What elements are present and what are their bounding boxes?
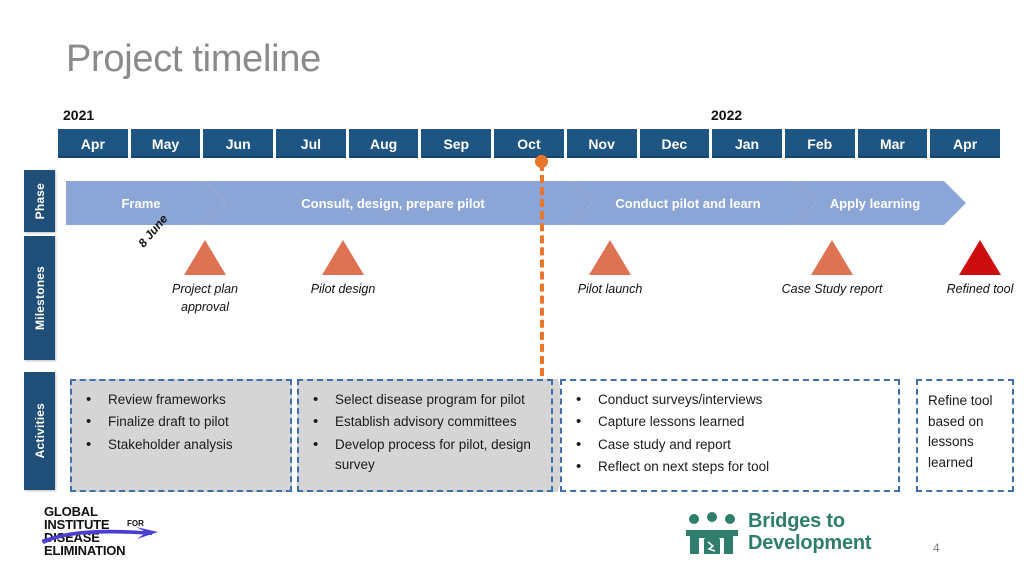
milestone-label-line2: approval — [181, 300, 229, 315]
activity-item: Reflect on next steps for tool — [572, 456, 890, 479]
milestone-label: Pilot design — [310, 282, 376, 296]
month-cell-aug: Aug — [348, 129, 419, 158]
phase-apply-learning: Apply learning — [794, 181, 966, 225]
milestone-triangle-icon — [589, 240, 631, 275]
month-cell-nov: Nov — [566, 129, 637, 158]
phase-consult-design-prepare-pilot: Consult, design, prepare pilot — [204, 181, 592, 225]
month-cell-apr-2021: Apr — [58, 129, 128, 158]
milestone-pilot-design: Pilot design — [311, 240, 375, 296]
month-cell-feb: Feb — [784, 129, 855, 158]
activity-list-2: Select disease program for pilot Establi… — [299, 381, 551, 475]
month-cell-may: May — [130, 129, 201, 158]
phase-conduct-label: Conduct pilot and learn — [615, 195, 761, 211]
bridges-logo-line1: Bridges to — [748, 510, 845, 532]
activity-item: Conduct surveys/interviews — [572, 389, 890, 412]
milestone-triangle-icon — [322, 240, 364, 275]
bridges-people-icon — [686, 512, 738, 554]
month-cell-oct: Oct — [494, 129, 564, 158]
month-bar: Apr May Jun Jul Aug Sep Oct Nov Dec Jan … — [58, 129, 1000, 158]
bridges-logo-text: Bridges to Development — [748, 510, 872, 555]
milestone-label: Case Study report — [781, 282, 883, 296]
row-label-activities-text: Activities — [32, 403, 47, 459]
milestone-triangle-icon — [959, 240, 1001, 275]
activity-item: Select disease program for pilot — [309, 389, 543, 412]
milestone-label-line1: Project plan — [171, 282, 238, 296]
activity-list-3: Conduct surveys/interviews Capture lesso… — [562, 381, 898, 479]
milestone-label: Pilot launch — [577, 282, 643, 296]
milestone-triangle-icon — [811, 240, 853, 275]
year-label-2021: 2021 — [63, 107, 95, 123]
page-title: Project timeline — [66, 38, 321, 80]
slide-number: 4 — [933, 541, 940, 555]
phase-frame: Frame — [66, 181, 226, 225]
milestone-pilot-launch: Pilot launch — [578, 240, 642, 296]
bridges-logo-line2: Development — [748, 532, 872, 555]
activity-item: Finalize draft to pilot — [82, 411, 282, 434]
row-label-phase-text: Phase — [32, 182, 47, 220]
activity-item: Develop process for pilot, design survey — [309, 434, 543, 476]
activity-list-1: Review frameworks Finalize draft to pilo… — [72, 381, 290, 456]
row-label-phase: Phase — [24, 170, 55, 232]
activity-item: Establish advisory committees — [309, 411, 543, 434]
year-label-2022: 2022 — [711, 107, 743, 123]
phase-consult-label: Consult, design, prepare pilot — [301, 195, 485, 211]
month-cell-jul: Jul — [276, 129, 346, 158]
phase-frame-label: Frame — [121, 195, 161, 211]
slide-canvas: Project timeline 2021 2022 Apr May Jun J… — [0, 0, 1024, 576]
milestone-project-plan-approval: 8 June Project plan approval — [135, 212, 238, 314]
month-cell-jun: Jun — [203, 129, 274, 158]
activity-box-3: Conduct surveys/interviews Capture lesso… — [560, 379, 900, 492]
activity-box-4: Refine tool based on lessons learned — [916, 379, 1014, 492]
phase-apply-label: Apply learning — [829, 195, 921, 211]
activity-box-2: Select disease program for pilot Establi… — [297, 379, 553, 492]
milestone-label: Project plan approval — [160, 280, 250, 316]
gide-logo: GLOBAL INSTITUTE FOR DISEASE ELIMINATION — [41, 504, 194, 560]
gide-swoosh-icon — [41, 527, 158, 544]
month-cell-jan: Jan — [712, 129, 782, 158]
activity-item: Case study and report — [572, 433, 890, 456]
phase-conduct-pilot-and-learn: Conduct pilot and learn — [570, 181, 816, 225]
month-cell-dec: Dec — [639, 129, 710, 158]
milestone-label: Refined tool — [946, 282, 1014, 296]
bridges-logo: Bridges to Development — [684, 508, 884, 560]
milestone-refined-tool: Refined tool — [947, 240, 1013, 296]
row-label-milestones-text: Milestones — [32, 265, 47, 330]
phase-row: Frame Consult, design, prepare pilot Con… — [66, 181, 966, 225]
row-label-activities: Activities — [24, 372, 55, 490]
activity-text-4: Refine tool based on lessons learned — [928, 393, 993, 470]
month-cell-apr-2022: Apr — [930, 129, 1000, 158]
milestone-triangle-icon — [184, 240, 226, 275]
activity-item: Capture lessons learned — [572, 411, 890, 434]
today-marker-line — [540, 163, 544, 376]
activity-item: Stakeholder analysis — [82, 433, 282, 456]
activity-item: Review frameworks — [82, 389, 282, 412]
month-cell-mar: Mar — [857, 129, 928, 158]
month-cell-sep: Sep — [421, 129, 492, 158]
milestone-case-study-report: Case Study report — [782, 240, 882, 296]
row-label-milestones: Milestones — [24, 236, 55, 360]
activity-box-1: Review frameworks Finalize draft to pilo… — [70, 379, 292, 492]
